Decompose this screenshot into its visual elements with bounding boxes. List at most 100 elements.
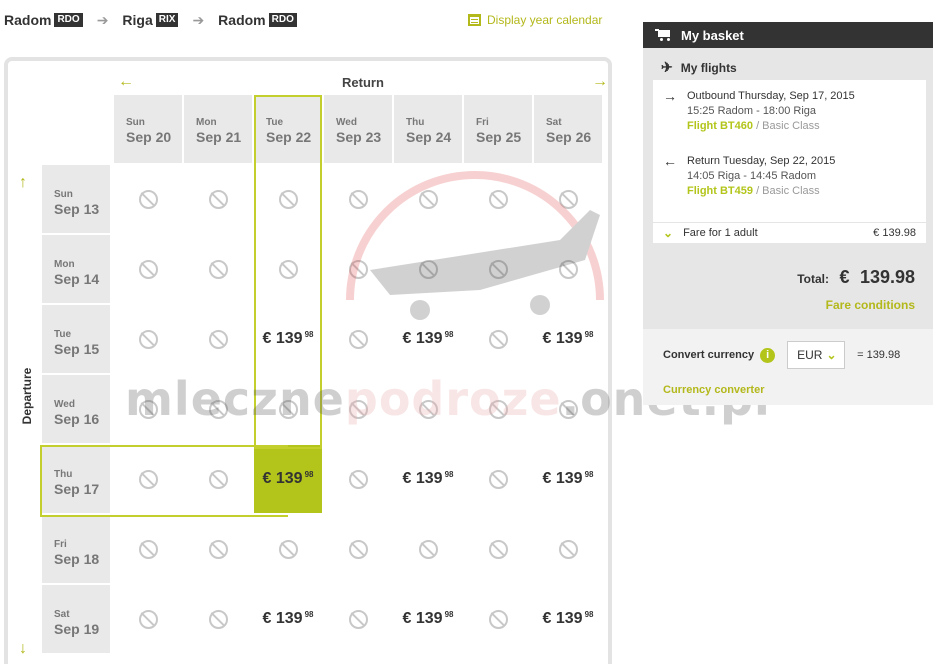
not-available-icon <box>348 469 368 489</box>
not-available-icon <box>488 259 508 279</box>
unavailable-cell <box>464 235 532 303</box>
fare-cell[interactable]: € 139 98 <box>254 305 322 373</box>
return-date-header: Fri Sep 25 <box>464 95 532 163</box>
date-label: Sep 24 <box>406 129 452 145</box>
date-label: Sep 22 <box>266 129 312 145</box>
not-available-icon <box>208 399 228 419</box>
unavailable-cell <box>534 165 602 233</box>
not-available-icon <box>418 539 438 559</box>
date-label: Sep 13 <box>54 201 100 217</box>
flights-summary: → Outbound Thursday, Sep 17, 2015 15:25 … <box>653 80 926 243</box>
not-available-icon <box>348 399 368 419</box>
display-year-calendar-link[interactable]: Display year calendar <box>468 13 602 27</box>
not-available-icon <box>418 189 438 209</box>
fare-cell[interactable]: € 139 98 <box>534 445 602 513</box>
unavailable-cell <box>324 585 392 653</box>
departure-date-header: Sun Sep 13 <box>42 165 110 233</box>
fare-amount: € 139 <box>402 470 443 487</box>
not-available-icon <box>488 399 508 419</box>
fare-cell[interactable]: € 139 98 <box>534 585 602 653</box>
date-label: Sep 17 <box>54 481 100 497</box>
fare-cents: 98 <box>304 609 314 619</box>
year-calendar-label: Display year calendar <box>487 13 603 27</box>
day-of-week: Fri <box>54 539 67 550</box>
unavailable-cell <box>184 305 252 373</box>
unavailable-cell <box>184 165 252 233</box>
departure-date-header: Mon Sep 14 <box>42 235 110 303</box>
fare-cell[interactable]: € 139 98 <box>254 585 322 653</box>
currency-converter-link[interactable]: Currency converter <box>663 384 765 396</box>
departure-label: Departure <box>20 367 34 425</box>
chevron-down-icon: ⌄ <box>663 226 674 240</box>
fare-amount: € 139 <box>402 610 443 627</box>
selected-fare-cell[interactable]: € 139 98 <box>254 445 322 513</box>
not-available-icon <box>138 539 158 559</box>
day-of-week: Thu <box>406 117 425 128</box>
currency-converter-panel: Convert currency i EUR ⌄ = 139.98 Curren… <box>643 329 933 405</box>
fare-cents: 98 <box>584 329 594 339</box>
info-icon[interactable]: i <box>760 347 776 363</box>
not-available-icon <box>208 189 228 209</box>
not-available-icon <box>208 329 228 349</box>
fare-for-label: Fare for 1 adult <box>683 227 758 239</box>
not-available-icon <box>558 259 578 279</box>
departure-date-header: Thu Sep 17 <box>42 445 110 513</box>
next-week-arrow-icon[interactable]: → <box>592 74 608 90</box>
outbound-leg: → Outbound Thursday, Sep 17, 2015 15:25 … <box>663 89 855 134</box>
not-available-icon <box>278 259 298 279</box>
departure-date-header: Fri Sep 18 <box>42 515 110 583</box>
unavailable-cell <box>184 445 252 513</box>
prev-departure-arrow-icon[interactable]: ↑ <box>19 175 27 191</box>
convert-currency-row: Convert currency i EUR ⌄ = 139.98 <box>663 341 900 369</box>
unavailable-cell <box>114 585 182 653</box>
unavailable-cell <box>464 585 532 653</box>
total-label: Total: <box>797 272 830 286</box>
outbound-times: 15:25 Radom - 18:00 Riga <box>687 105 817 117</box>
unavailable-cell <box>114 515 182 583</box>
unavailable-cell <box>254 235 322 303</box>
unavailable-cell <box>254 375 322 443</box>
unavailable-cell <box>464 445 532 513</box>
unavailable-cell <box>114 445 182 513</box>
date-label: Sep 14 <box>54 271 100 287</box>
day-of-week: Sat <box>546 117 562 128</box>
currency-select[interactable]: EUR ⌄ <box>787 341 846 369</box>
not-available-icon <box>488 329 508 349</box>
fare-cell[interactable]: € 139 98 <box>394 445 462 513</box>
next-departure-arrow-icon[interactable]: ↓ <box>19 641 27 657</box>
return-label: Return <box>342 74 384 90</box>
fare-amount: € 139 <box>542 470 583 487</box>
not-available-icon <box>138 609 158 629</box>
fare-cents: 98 <box>444 329 454 339</box>
basket-header: My basket <box>643 22 933 48</box>
unavailable-cell <box>184 515 252 583</box>
basket-title: My basket <box>681 27 744 43</box>
unavailable-cell <box>464 515 532 583</box>
not-available-icon <box>138 469 158 489</box>
fare-amount: € 139 <box>402 330 443 347</box>
return-date-header: Wed Sep 23 <box>324 95 392 163</box>
not-available-icon <box>488 609 508 629</box>
departure-date-header: Sat Sep 19 <box>42 585 110 653</box>
day-of-week: Sun <box>126 117 145 128</box>
return-flight-number[interactable]: Flight BT459 <box>687 185 753 197</box>
fare-cell[interactable]: € 139 98 <box>534 305 602 373</box>
fare-amount: € 139 <box>542 330 583 347</box>
unavailable-cell <box>324 445 392 513</box>
unavailable-cell <box>324 305 392 373</box>
date-label: Sep 20 <box>126 129 172 145</box>
departure-date-header: Tue Sep 15 <box>42 305 110 373</box>
fare-breakdown-toggle[interactable]: ⌄ Fare for 1 adult € 139.98 <box>653 222 926 243</box>
not-available-icon <box>208 259 228 279</box>
fare-conditions-link[interactable]: Fare conditions <box>643 298 933 312</box>
unavailable-cell <box>114 375 182 443</box>
plane-icon: ✈ <box>661 59 673 75</box>
fare-cell[interactable]: € 139 98 <box>394 585 462 653</box>
fare-cell[interactable]: € 139 98 <box>394 305 462 373</box>
converted-amount: = 139.98 <box>857 349 901 361</box>
my-flights-header: ✈ My flights <box>643 48 933 78</box>
fare-for-value: € 139.98 <box>873 227 916 239</box>
prev-week-arrow-icon[interactable]: ← <box>118 74 134 90</box>
return-city: Radom <box>218 12 266 28</box>
outbound-flight-number[interactable]: Flight BT460 <box>687 120 753 132</box>
